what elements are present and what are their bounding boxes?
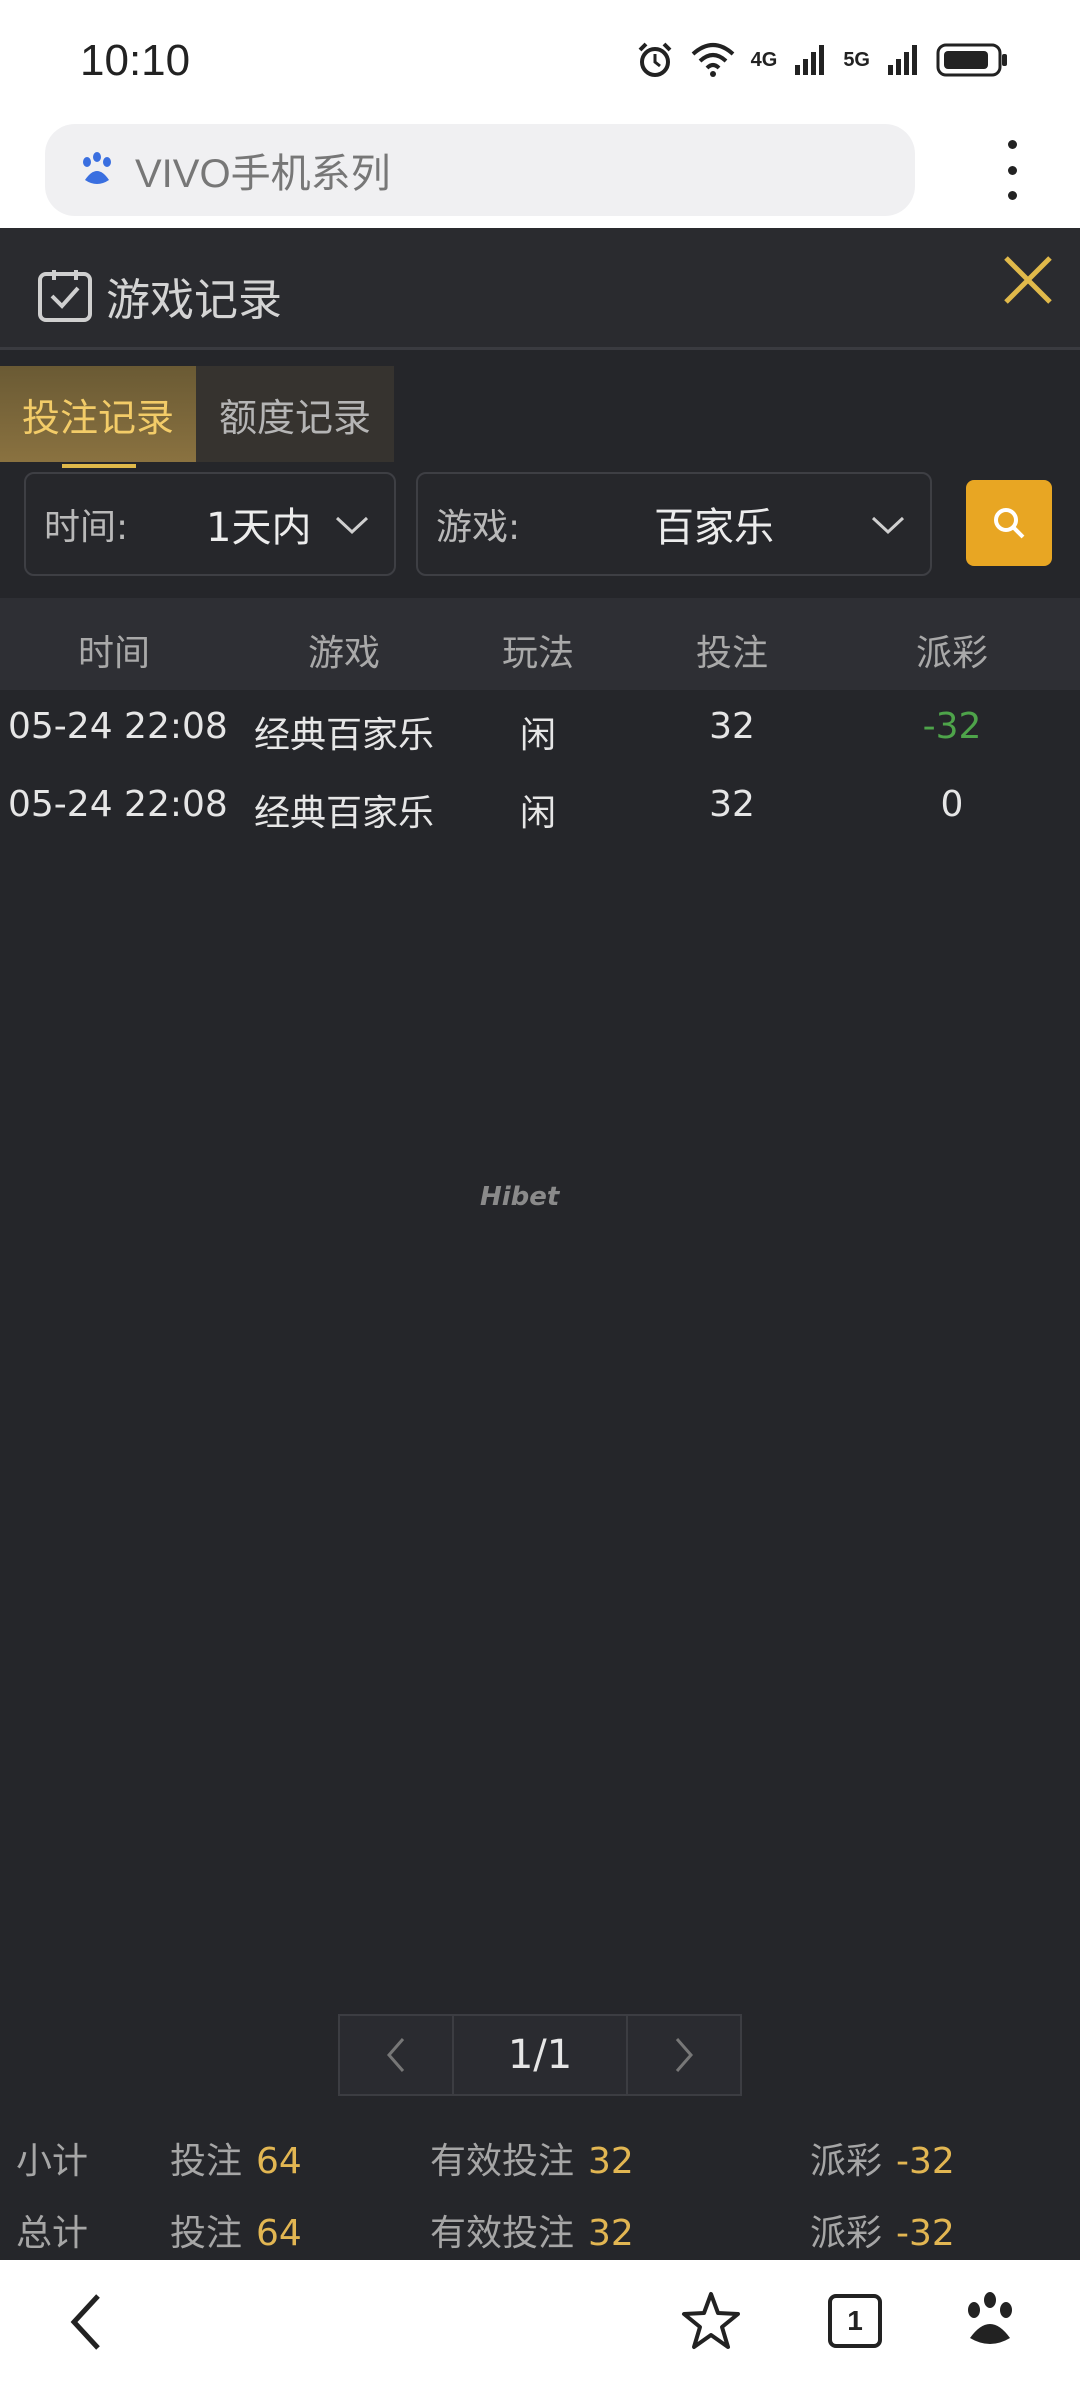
back-icon[interactable] bbox=[66, 2290, 106, 2354]
time-filter-select[interactable]: 时间: 1天内 bbox=[24, 472, 396, 576]
time-filter-value: 1天内 bbox=[206, 505, 312, 551]
cell-time: 05-24 22:08 bbox=[8, 706, 228, 747]
game-record-panel: 游戏记录 投注记录 额度记录 时间: 1天内 游戏: 百家乐 时间 游戏 玩法 … bbox=[0, 228, 1080, 2260]
tab-bet-records[interactable]: 投注记录 bbox=[0, 366, 196, 468]
time-filter-label: 时间: bbox=[44, 507, 129, 548]
chevron-down-icon bbox=[335, 516, 369, 535]
baidu-paw-icon[interactable] bbox=[962, 2290, 1018, 2350]
browser-bottom-nav: 1 bbox=[0, 2260, 1080, 2388]
total-label: 总计 bbox=[16, 2213, 89, 2254]
record-tabs: 投注记录 额度记录 bbox=[0, 366, 394, 468]
net-5g-label: 5G bbox=[843, 48, 870, 71]
col-play: 玩法 bbox=[501, 633, 575, 674]
cell-play: 闲 bbox=[519, 715, 557, 756]
subtotal-label: 小计 bbox=[16, 2141, 89, 2182]
subtotal-payout-label: 派彩 bbox=[810, 2141, 883, 2182]
panel-title: 游戏记录 bbox=[106, 275, 282, 326]
panel-header: 游戏记录 bbox=[0, 228, 1080, 350]
total-valid-bet: 有效投注 32 bbox=[430, 2204, 634, 2256]
subtotal-payout-value: -32 bbox=[896, 2141, 955, 2182]
total-valid-label: 有效投注 bbox=[430, 2213, 575, 2254]
game-filter-label: 游戏: bbox=[436, 507, 521, 548]
close-icon[interactable] bbox=[1000, 252, 1056, 308]
game-filter-value: 百家乐 bbox=[654, 505, 774, 551]
subtotal-valid-label: 有效投注 bbox=[430, 2141, 575, 2182]
chevron-down-icon bbox=[871, 516, 905, 535]
cell-bet: 32 bbox=[709, 706, 755, 747]
tab-count: 1 bbox=[847, 2305, 863, 2336]
star-bookmark-icon[interactable] bbox=[680, 2290, 742, 2352]
filter-bar: 时间: 1天内 游戏: 百家乐 bbox=[24, 472, 1064, 576]
status-bar: 10:10 4G 5G bbox=[0, 0, 1080, 118]
table-row[interactable]: 05-24 22:08 经典百家乐 闲 32 0 bbox=[0, 768, 1080, 846]
subtotal-row: 小计 投注 64 有效投注 32 派彩 -32 bbox=[0, 2132, 1080, 2192]
col-payout: 派彩 bbox=[915, 633, 989, 674]
signal-4g-icon bbox=[795, 45, 825, 75]
more-menu-button[interactable] bbox=[1000, 140, 1024, 200]
cell-bet: 32 bbox=[709, 784, 755, 825]
cell-play: 闲 bbox=[519, 793, 557, 834]
subtotal-payout: 派彩 -32 bbox=[810, 2132, 955, 2184]
wifi-icon bbox=[691, 43, 734, 77]
cell-game: 经典百家乐 bbox=[253, 793, 435, 834]
chevron-left-icon bbox=[387, 2038, 405, 2072]
cell-time: 05-24 22:08 bbox=[8, 784, 228, 825]
watermark-logo: Hibet bbox=[480, 1182, 560, 1212]
tab-credit-records[interactable]: 额度记录 bbox=[196, 366, 394, 462]
alarm-icon bbox=[638, 42, 672, 77]
col-bet: 投注 bbox=[695, 633, 769, 674]
net-4g-label: 4G bbox=[750, 48, 778, 71]
total-bet-value: 64 bbox=[256, 2213, 302, 2254]
subtotal-bet: 投注 64 bbox=[170, 2132, 302, 2184]
next-page-button[interactable] bbox=[626, 2014, 742, 2096]
total-bet-label: 投注 bbox=[170, 2213, 243, 2254]
col-time: 时间 bbox=[77, 633, 151, 674]
game-filter-select[interactable]: 游戏: 百家乐 bbox=[416, 472, 932, 576]
subtotal-valid-value: 32 bbox=[588, 2141, 634, 2182]
search-button[interactable] bbox=[966, 480, 1052, 566]
total-payout-label: 派彩 bbox=[810, 2213, 883, 2254]
search-icon bbox=[994, 508, 1025, 539]
signal-5g-icon bbox=[888, 45, 917, 75]
col-game: 游戏 bbox=[307, 633, 381, 674]
table-row[interactable]: 05-24 22:08 经典百家乐 闲 32 -32 bbox=[0, 690, 1080, 768]
status-time: 10:10 bbox=[80, 36, 191, 85]
cell-game: 经典百家乐 bbox=[253, 715, 435, 756]
cell-payout: 0 bbox=[940, 784, 964, 825]
baidu-paw-icon bbox=[83, 152, 111, 184]
url-text: VIVO手机系列 bbox=[135, 152, 391, 196]
tabs-button[interactable]: 1 bbox=[828, 2294, 882, 2348]
table-header: 时间 游戏 玩法 投注 派彩 bbox=[0, 598, 1080, 690]
url-field[interactable]: VIVO手机系列 bbox=[45, 124, 915, 216]
battery-icon bbox=[936, 43, 1007, 77]
total-valid-value: 32 bbox=[588, 2213, 634, 2254]
chevron-right-icon bbox=[675, 2038, 693, 2072]
total-payout: 派彩 -32 bbox=[810, 2204, 955, 2256]
status-icons: 4G 5G bbox=[635, 40, 1010, 80]
pagination: 1/1 bbox=[338, 2014, 742, 2096]
browser-url-bar: VIVO手机系列 bbox=[0, 118, 1080, 228]
subtotal-bet-label: 投注 bbox=[170, 2141, 243, 2182]
page-indicator: 1/1 bbox=[454, 2014, 626, 2096]
total-row: 总计 投注 64 有效投注 32 派彩 -32 bbox=[0, 2204, 1080, 2264]
total-bet: 投注 64 bbox=[170, 2204, 302, 2256]
subtotal-valid-bet: 有效投注 32 bbox=[430, 2132, 634, 2184]
cell-payout: -32 bbox=[922, 706, 982, 747]
total-payout-value: -32 bbox=[896, 2213, 955, 2254]
prev-page-button[interactable] bbox=[338, 2014, 454, 2096]
clipboard-check-icon bbox=[38, 270, 92, 322]
subtotal-bet-value: 64 bbox=[256, 2141, 302, 2182]
